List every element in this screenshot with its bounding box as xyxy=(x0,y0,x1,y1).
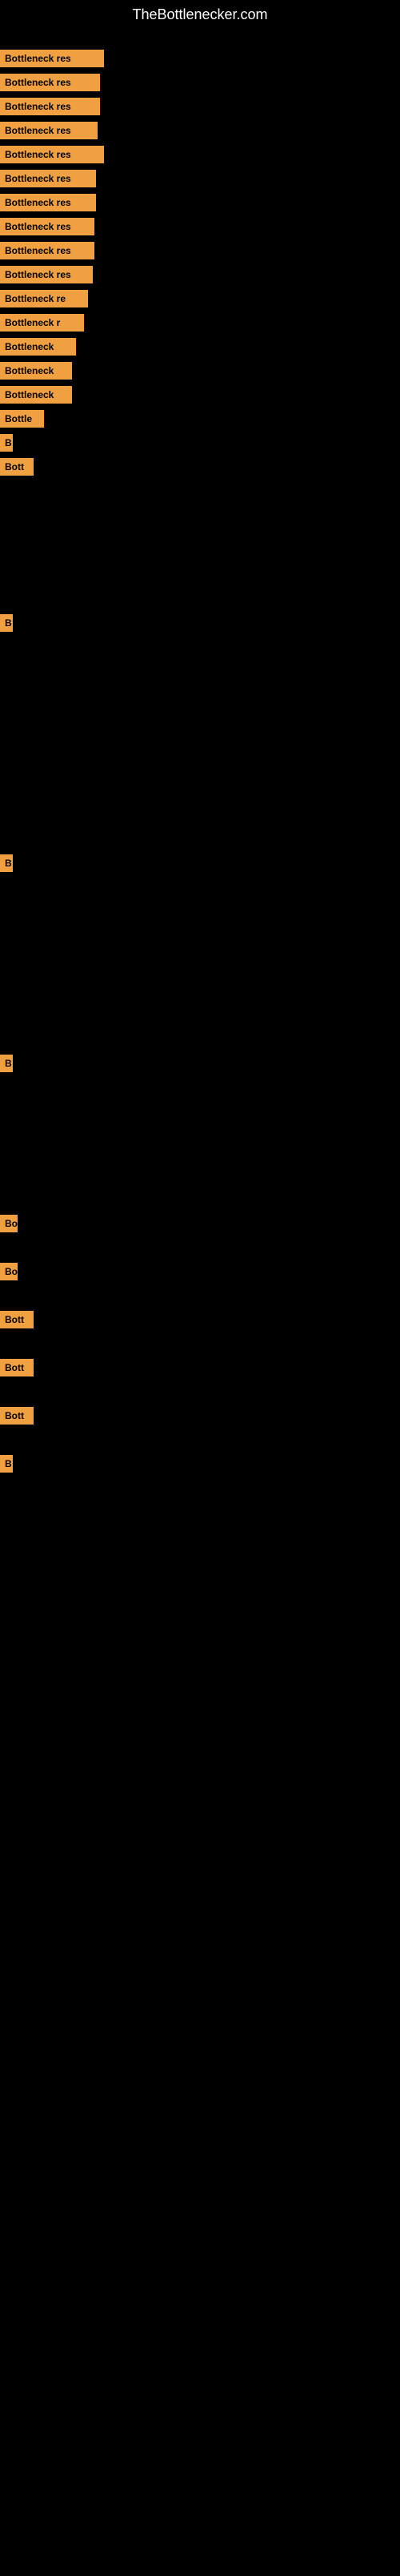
bottleneck-label-19[interactable]: B xyxy=(0,614,13,632)
bottleneck-label-25[interactable]: Bott xyxy=(0,1359,34,1376)
bottleneck-label-11[interactable]: Bottleneck re xyxy=(0,290,88,307)
bottleneck-label-16[interactable]: Bottle xyxy=(0,410,44,428)
bottleneck-label-5[interactable]: Bottleneck res xyxy=(0,146,104,163)
bottleneck-label-20[interactable]: B xyxy=(0,854,13,872)
bottleneck-label-6[interactable]: Bottleneck res xyxy=(0,170,96,187)
bottleneck-label-9[interactable]: Bottleneck res xyxy=(0,242,94,259)
bottleneck-label-2[interactable]: Bottleneck res xyxy=(0,74,100,91)
bottleneck-label-3[interactable]: Bottleneck res xyxy=(0,98,100,115)
site-title: TheBottlenecker.com xyxy=(0,0,400,30)
bottleneck-label-23[interactable]: Bo xyxy=(0,1263,18,1280)
bottleneck-label-13[interactable]: Bottleneck xyxy=(0,338,76,356)
bottleneck-label-26[interactable]: Bott xyxy=(0,1407,34,1425)
bottleneck-label-21[interactable]: B xyxy=(0,1055,13,1072)
bottleneck-label-8[interactable]: Bottleneck res xyxy=(0,218,94,235)
bottleneck-label-18[interactable]: Bott xyxy=(0,458,34,476)
bottleneck-label-7[interactable]: Bottleneck res xyxy=(0,194,96,211)
bottleneck-label-12[interactable]: Bottleneck r xyxy=(0,314,84,332)
bottleneck-label-4[interactable]: Bottleneck res xyxy=(0,122,98,139)
bottleneck-label-17[interactable]: B xyxy=(0,434,13,452)
bottleneck-label-1[interactable]: Bottleneck res xyxy=(0,50,104,67)
bottleneck-label-22[interactable]: Bo xyxy=(0,1215,18,1232)
bottleneck-label-14[interactable]: Bottleneck xyxy=(0,362,72,380)
bottleneck-label-24[interactable]: Bott xyxy=(0,1311,34,1328)
bottleneck-label-27[interactable]: B xyxy=(0,1455,13,1473)
bottleneck-label-15[interactable]: Bottleneck xyxy=(0,386,72,404)
bottleneck-label-10[interactable]: Bottleneck res xyxy=(0,266,93,283)
